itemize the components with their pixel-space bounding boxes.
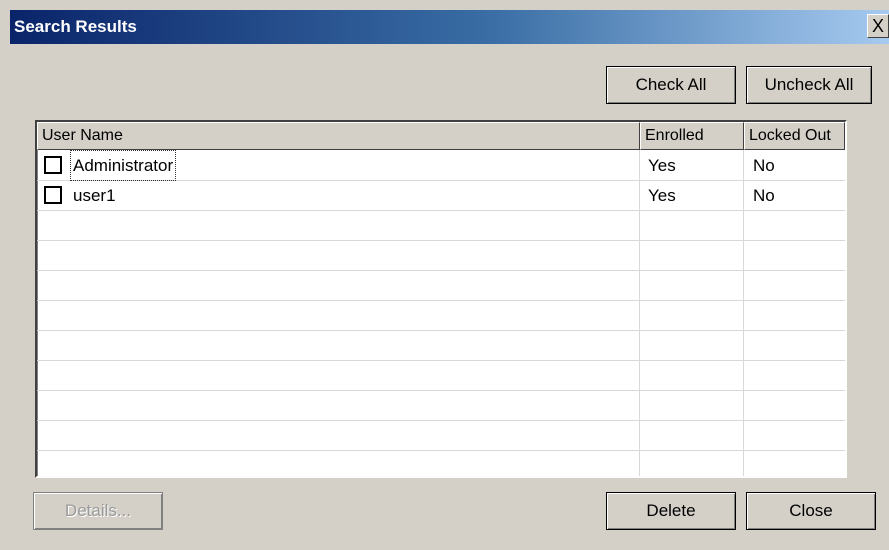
details-button[interactable]: Details... — [33, 492, 163, 530]
column-header-enrolled[interactable]: Enrolled — [640, 122, 744, 150]
table-row[interactable]: Administrator Yes No — [37, 150, 845, 181]
empty-row — [37, 211, 845, 241]
user-name-cell: Administrator — [69, 150, 177, 181]
window-title: Search Results — [14, 17, 137, 36]
uncheck-all-button[interactable]: Uncheck All — [746, 66, 872, 104]
column-header-user-name[interactable]: User Name — [37, 122, 640, 150]
column-header-locked-out[interactable]: Locked Out — [744, 122, 845, 150]
delete-button[interactable]: Delete — [606, 492, 736, 530]
empty-row — [37, 331, 845, 361]
locked-out-cell: No — [753, 156, 775, 175]
table-row[interactable]: user1 Yes No — [37, 181, 845, 211]
empty-row — [37, 421, 845, 451]
close-window-button[interactable]: X — [867, 14, 889, 38]
empty-row — [37, 391, 845, 421]
locked-out-cell: No — [753, 186, 775, 205]
empty-row — [37, 271, 845, 301]
title-bar[interactable]: Search Results X — [10, 10, 889, 44]
row-checkbox[interactable] — [44, 156, 62, 174]
check-all-button[interactable]: Check All — [606, 66, 736, 104]
close-icon: X — [871, 16, 884, 36]
close-button[interactable]: Close — [746, 492, 876, 530]
row-checkbox[interactable] — [44, 186, 62, 204]
user-name-cell: user1 — [73, 186, 116, 205]
search-results-dialog: Search Results X Check All Uncheck All U… — [0, 0, 889, 550]
enrolled-cell: Yes — [648, 186, 676, 205]
enrolled-cell: Yes — [648, 156, 676, 175]
list-header: User Name Enrolled Locked Out — [37, 122, 845, 150]
empty-row — [37, 361, 845, 391]
empty-row — [37, 241, 845, 271]
user-list[interactable]: User Name Enrolled Locked Out Administra… — [35, 120, 847, 478]
empty-row — [37, 451, 845, 476]
empty-row — [37, 301, 845, 331]
